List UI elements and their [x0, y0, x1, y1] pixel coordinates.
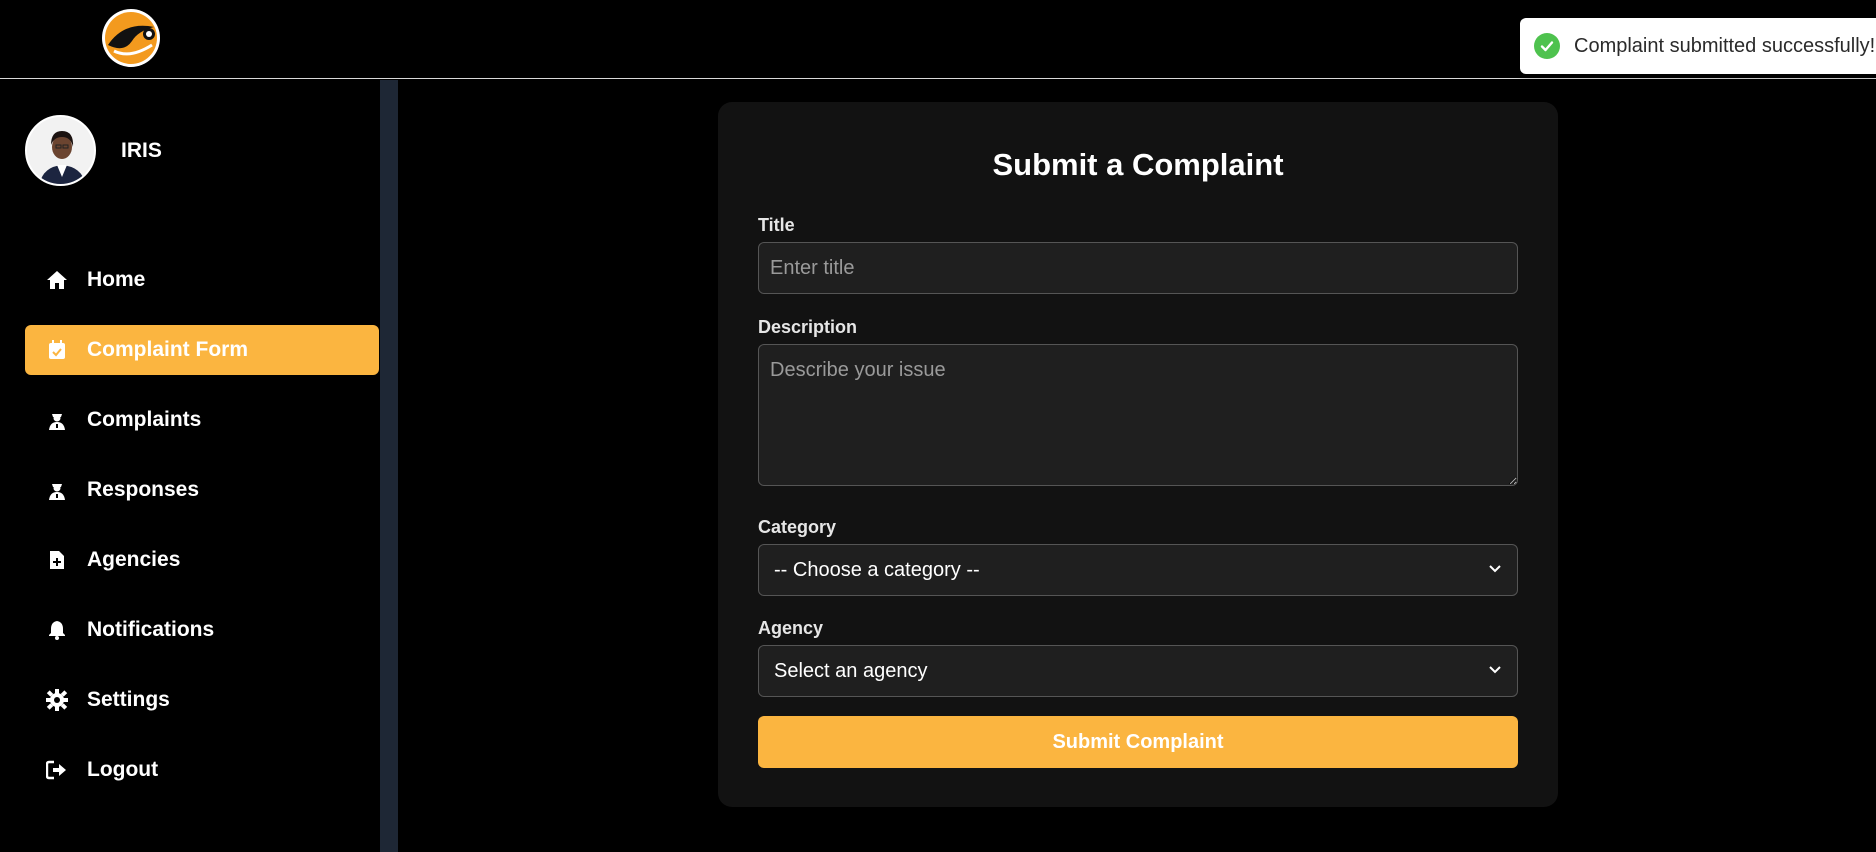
- file-plus-icon: [45, 548, 69, 572]
- toast-message: Complaint submitted successfully!: [1574, 34, 1876, 57]
- sidebar-item-logout[interactable]: Logout: [25, 745, 379, 795]
- agency-selected-value: Select an agency: [774, 659, 928, 682]
- user-profile: IRIS: [25, 115, 162, 186]
- check-circle-icon: [1534, 33, 1560, 59]
- submit-complaint-button[interactable]: Submit Complaint: [758, 716, 1518, 768]
- sidebar-item-label: Complaint Form: [87, 338, 248, 361]
- sidebar-item-label: Logout: [87, 758, 159, 781]
- avatar[interactable]: [25, 115, 96, 186]
- sidebar-item-settings[interactable]: Settings: [25, 675, 379, 725]
- sidebar-item-responses[interactable]: Responses: [25, 465, 379, 515]
- sidebar-item-label: Responses: [87, 478, 200, 501]
- form-title: Submit a Complaint: [992, 147, 1284, 182]
- title-label: Title: [758, 215, 795, 235]
- sidebar-item-label: Home: [87, 268, 146, 291]
- chevron-down-icon: [1488, 561, 1502, 579]
- sidebar-divider: [380, 80, 398, 852]
- category-select[interactable]: -- Choose a category --: [758, 544, 1518, 596]
- calendar-check-icon: [45, 338, 69, 362]
- success-toast[interactable]: Complaint submitted successfully!: [1520, 18, 1876, 74]
- user-badge-icon: [45, 408, 69, 432]
- sidebar-item-notifications[interactable]: Notifications: [25, 605, 379, 655]
- top-bar: Complaint submitted successfully!: [0, 0, 1876, 79]
- sidebar-item-home[interactable]: Home: [25, 255, 379, 305]
- sidebar-item-label: Complaints: [87, 408, 202, 431]
- sidebar-item-complaint-form[interactable]: Complaint Form: [25, 325, 379, 375]
- description-textarea[interactable]: [758, 344, 1518, 486]
- app-logo[interactable]: [94, 7, 168, 69]
- sidebar-nav: Home Complaint Form Complaints Responses…: [25, 255, 379, 815]
- logo-icon: [102, 9, 160, 67]
- sidebar-item-label: Notifications: [87, 618, 215, 641]
- user-name: IRIS: [121, 138, 162, 162]
- title-input[interactable]: [758, 242, 1518, 294]
- logout-icon: [45, 758, 69, 782]
- chevron-down-icon: [1488, 662, 1502, 680]
- sidebar-item-label: Agencies: [87, 548, 181, 571]
- sidebar-item-agencies[interactable]: Agencies: [25, 535, 379, 585]
- sidebar-item-label: Settings: [87, 688, 170, 711]
- agency-label: Agency: [758, 618, 824, 638]
- category-selected-value: -- Choose a category --: [774, 558, 980, 581]
- home-icon: [45, 268, 69, 292]
- description-label: Description: [758, 317, 858, 337]
- complaint-form-card: Submit a Complaint Title Description Cat…: [718, 102, 1558, 807]
- gear-icon: [45, 688, 69, 712]
- bell-icon: [45, 618, 69, 642]
- user-badge-icon: [45, 478, 69, 502]
- sidebar-item-complaints[interactable]: Complaints: [25, 395, 379, 445]
- category-label: Category: [758, 517, 837, 537]
- sidebar: IRIS Home Complaint Form Complaints Resp…: [0, 80, 380, 852]
- agency-select[interactable]: Select an agency: [758, 645, 1518, 697]
